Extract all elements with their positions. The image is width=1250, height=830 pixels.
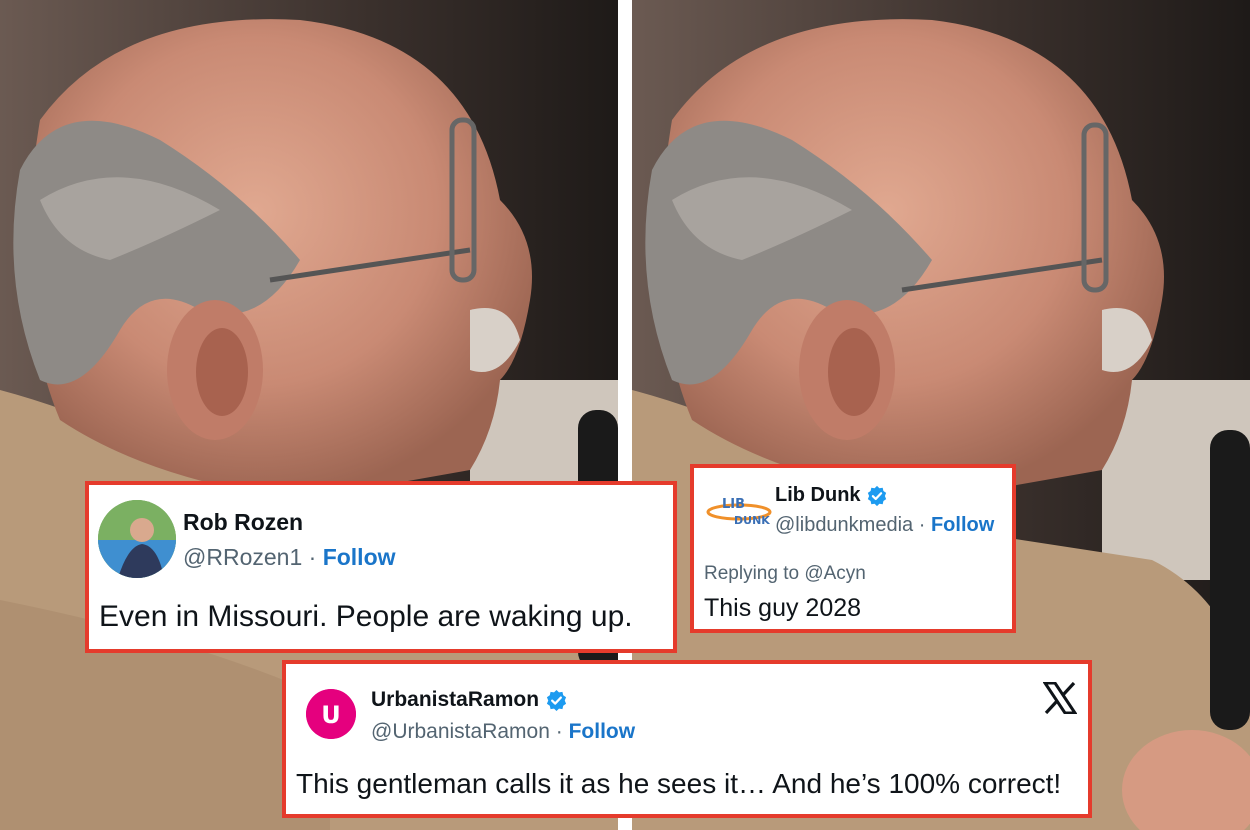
author-name[interactable]: UrbanistaRamon <box>371 688 539 711</box>
separator-dot: · <box>308 544 317 570</box>
author-name-row: UrbanistaRamon <box>371 688 568 712</box>
author-name-row: Lib Dunk <box>775 484 888 507</box>
tweet-card-lib-dunk[interactable]: LIB DUNK Lib Dunk @libdunkmedia · Follow… <box>690 464 1016 633</box>
tweet-text: This guy 2028 <box>704 594 862 622</box>
author-handle[interactable]: @libdunkmedia <box>775 514 913 536</box>
verified-badge-icon <box>867 485 887 506</box>
verified-badge-icon <box>546 689 566 711</box>
tweet-text: This gentleman calls it as he sees it… A… <box>296 768 1062 799</box>
handle-line: @UrbanistaRamon · Follow <box>371 720 635 744</box>
x-logo-icon[interactable] <box>1043 682 1077 714</box>
follow-button[interactable]: Follow <box>931 514 994 536</box>
author-name[interactable]: Rob Rozen <box>183 509 303 536</box>
follow-button[interactable]: Follow <box>323 544 396 570</box>
avatar[interactable]: U <box>306 689 356 739</box>
handle-line: @libdunkmedia · Follow <box>775 514 994 537</box>
author-name[interactable]: Lib Dunk <box>775 484 861 506</box>
tweet-card-rob-rozen[interactable]: Rob Rozen @RRozen1 · Follow Even in Miss… <box>85 481 677 653</box>
tweet-card-urbanista-ramon[interactable]: U UrbanistaRamon @UrbanistaRamon · Follo… <box>282 660 1092 818</box>
follow-button[interactable]: Follow <box>569 720 636 743</box>
separator-dot: · <box>555 720 563 743</box>
handle-line: @RRozen1 · Follow <box>183 544 396 571</box>
replying-to[interactable]: Replying to @Acyn <box>704 563 866 585</box>
separator-dot: · <box>918 514 926 536</box>
author-handle[interactable]: @RRozen1 <box>183 544 302 570</box>
avatar[interactable]: LIB DUNK <box>706 482 772 530</box>
avatar-text-bottom: DUNK <box>734 514 770 527</box>
tweet-text: Even in Missouri. People are waking up. <box>99 600 633 633</box>
avatar[interactable] <box>98 500 176 578</box>
avatar-letter: U <box>321 701 341 729</box>
avatar-text-top: LIB <box>722 497 745 512</box>
author-handle[interactable]: @UrbanistaRamon <box>371 720 550 743</box>
